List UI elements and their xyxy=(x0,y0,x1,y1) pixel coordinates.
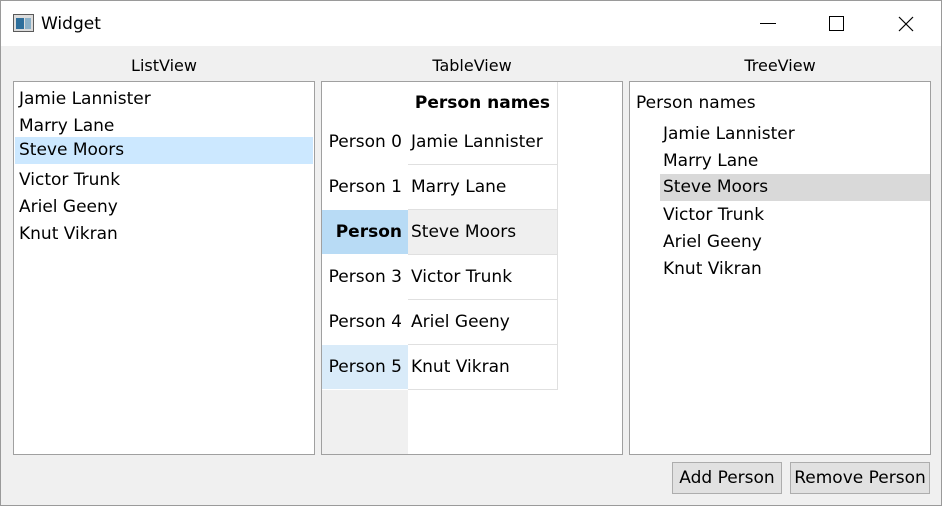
row-header-selected[interactable]: Person 2 xyxy=(322,210,408,287)
table-cell[interactable]: Jamie Lannister xyxy=(408,120,558,165)
column-header-person-names[interactable]: Person names xyxy=(408,82,558,120)
table-cell[interactable]: Knut Vikran xyxy=(408,345,558,390)
close-icon xyxy=(898,16,914,31)
tree-view[interactable]: Person names Jamie Lannister Marry Lane … xyxy=(629,81,931,455)
main-window: Widget ListView TableView TreeView Jamie… xyxy=(0,0,942,506)
row-header-hovered[interactable]: Person 5 xyxy=(322,345,408,390)
remove-person-button[interactable]: Remove Person xyxy=(790,462,930,494)
list-item[interactable]: Ariel Geeny xyxy=(15,194,313,221)
row-header[interactable]: Person 0 xyxy=(322,120,408,165)
minimize-icon xyxy=(760,23,776,24)
list-item[interactable]: Jamie Lannister xyxy=(15,86,313,113)
window-title: Widget xyxy=(41,14,101,34)
title-bar[interactable]: Widget xyxy=(1,1,941,46)
list-item[interactable]: Victor Trunk xyxy=(15,167,313,194)
tree-item-selected[interactable]: Steve Moors xyxy=(660,174,930,201)
tree-item[interactable]: Knut Vikran xyxy=(660,256,930,283)
list-item[interactable]: Knut Vikran xyxy=(15,221,313,248)
tree-header[interactable]: Person names xyxy=(636,93,756,113)
close-button[interactable] xyxy=(883,1,929,46)
table-view-caption: TableView xyxy=(432,56,512,75)
add-person-button[interactable]: Add Person xyxy=(672,462,782,494)
maximize-button[interactable] xyxy=(813,1,859,46)
tree-view-caption: TreeView xyxy=(744,56,816,75)
table-corner-button[interactable] xyxy=(322,82,408,120)
table-cell[interactable]: Victor Trunk xyxy=(408,255,558,300)
list-view[interactable]: Jamie Lannister Marry Lane Steve Moors V… xyxy=(13,81,315,455)
list-view-caption: ListView xyxy=(131,56,197,75)
list-item-selected[interactable]: Steve Moors xyxy=(15,137,313,164)
table-cell[interactable]: Marry Lane xyxy=(408,165,558,210)
row-header[interactable]: Person 3 xyxy=(322,255,408,300)
tree-item[interactable]: Victor Trunk xyxy=(660,202,930,229)
row-header[interactable]: Person 4 xyxy=(322,300,408,345)
tree-item[interactable]: Ariel Geeny xyxy=(660,229,930,256)
maximize-icon xyxy=(828,16,844,31)
table-cell[interactable]: Ariel Geeny xyxy=(408,300,558,345)
list-item[interactable]: Marry Lane xyxy=(15,113,313,140)
table-view[interactable]: Person names Person 0 Jamie Lannister Pe… xyxy=(321,81,623,455)
table-cell-selected[interactable]: Steve Moors xyxy=(408,210,558,255)
row-header[interactable]: Person 1 xyxy=(322,165,408,210)
tree-item[interactable]: Jamie Lannister xyxy=(660,121,930,148)
minimize-button[interactable] xyxy=(745,1,791,46)
app-window-icon xyxy=(13,14,34,32)
tree-item[interactable]: Marry Lane xyxy=(660,148,930,175)
